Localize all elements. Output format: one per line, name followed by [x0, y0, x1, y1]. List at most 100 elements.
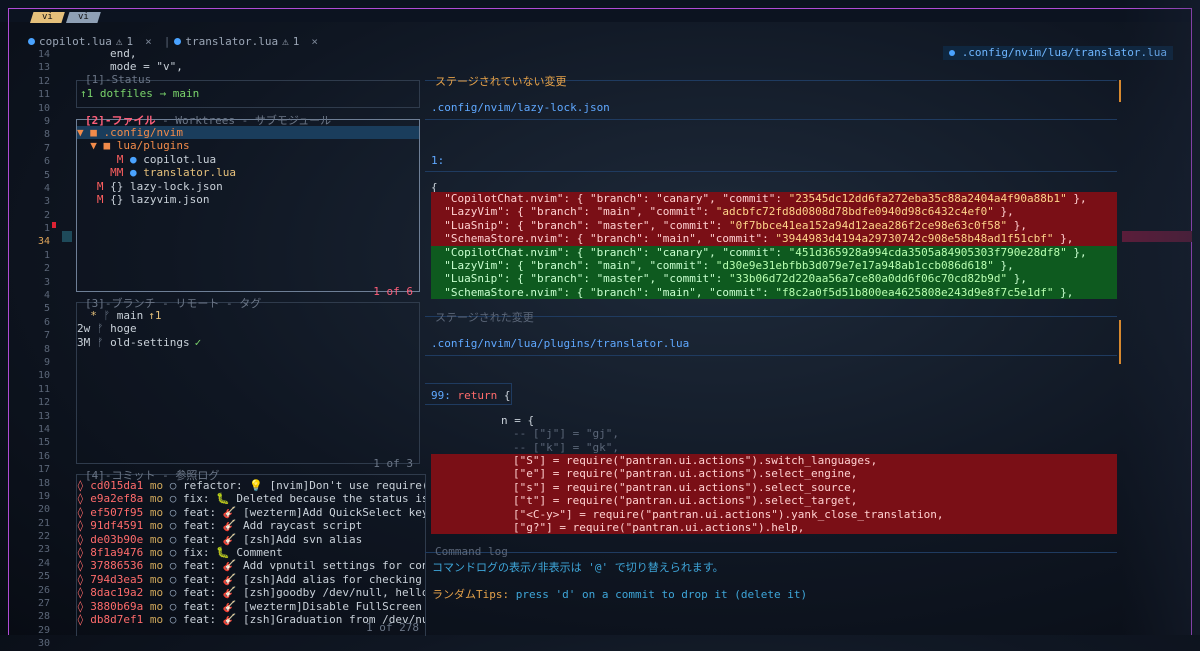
line-number: 17: [37, 464, 50, 476]
file-status: MM: [77, 166, 130, 180]
line-number: 13: [37, 62, 50, 74]
graph-node-icon: ○: [163, 505, 183, 519]
diff-code: ["<C-y>"] = require("pantran.ui.actions"…: [513, 507, 944, 521]
branches-panel[interactable]: [3]-ブランチ - リモート - タグ * ᚠ main ↑1 2w ᚠ hoge…: [76, 297, 420, 470]
diff-value: "23545dc12dd6fa272eba35c88a2404a4f90a88b…: [788, 192, 1067, 205]
commit-row[interactable]: ◊ 37886536 mo ○ feat: 🎸 Add vpnutil sett…: [77, 559, 425, 572]
commit-author: mo: [149, 492, 164, 506]
files-tab-active[interactable]: [2]-ファイル: [85, 114, 156, 127]
line-number: 1: [43, 223, 50, 235]
line-number: 6: [43, 316, 50, 328]
line-number: 9: [43, 115, 50, 127]
json-file-icon: {}: [110, 179, 130, 193]
commit-message: feat: 🎸 [zsh]Add svn alias: [182, 532, 363, 546]
line-number: 25: [37, 571, 50, 583]
commit-marker-icon: ◊: [77, 612, 91, 626]
commit-row[interactable]: ◊ ef507f95 mo ○ feat: 🎸 [wezterm]Add Qui…: [77, 506, 425, 519]
branch-meta: 2w: [77, 322, 97, 336]
line-number: 26: [37, 584, 50, 596]
file-item[interactable]: M ● copilot.lua: [77, 153, 419, 166]
deleted-line: "LuaSnip": { "branch": "master", "commit…: [431, 218, 1117, 233]
commit-row[interactable]: ◊ 3880b69a mo ○ feat: 🎸 [wezterm]Disable…: [77, 600, 425, 613]
commit-message: feat: 🎸 [zsh]Add alias for checking my i: [182, 572, 425, 586]
warning-icon: ⚠: [115, 34, 123, 48]
line-number: 30: [37, 638, 50, 650]
commit-hash: db8d7ef1: [90, 612, 144, 626]
branch-item[interactable]: 2w ᚠ hoge: [77, 322, 419, 335]
file-item[interactable]: ▼ ■ .config/nvim: [77, 126, 419, 140]
line-number: 29: [37, 624, 50, 636]
status-panel[interactable]: [1]-Status ↑1 dotfiles → main: [76, 73, 420, 108]
commit-marker-icon: ◊: [77, 519, 91, 533]
commit-hash: 8f1a9476: [90, 545, 144, 559]
divider: [425, 171, 1117, 172]
panel-title: [4]-コミット - 参照ログ: [85, 469, 220, 482]
file-item[interactable]: ▼ ■ lua/plugins: [77, 139, 419, 152]
panel-title: [2]-ファイル - Worktrees - サブモジュール: [83, 112, 333, 128]
added-line: "SchemaStore.nvim": { "branch": "main", …: [431, 285, 1117, 300]
deleted-line: "LazyVim": { "branch": "main", "commit":…: [431, 205, 1117, 219]
commit-row[interactable]: ◊ 8f1a9476 mo ○ fix: 🐛 Comment: [77, 546, 425, 559]
graph-node-icon: ○: [163, 572, 183, 586]
line-number: 9: [43, 356, 50, 368]
line-number: 16: [37, 450, 50, 462]
warning-count: 1: [292, 34, 300, 48]
diff-value: "adcbfc72fd8d0808d78bdfe0940d98c6432c4ef…: [715, 205, 994, 219]
commit-row[interactable]: ◊ 794d3ea5 mo ○ feat: 🎸 [zsh]Add alias f…: [77, 573, 425, 586]
file-item[interactable]: MM ● translator.lua: [77, 166, 419, 179]
commit-author: mo: [149, 519, 164, 533]
diff-tail: },: [993, 205, 1014, 219]
commit-marker-icon: ◊: [77, 559, 91, 573]
file-name: lazy-lock.json: [130, 179, 223, 193]
diff-file-path[interactable]: .config/nvim/lua/plugins/translator.lua: [431, 337, 689, 350]
commit-row[interactable]: ◊ e9a2ef8a mo ○ fix: 🐛 Deleted because t…: [77, 492, 425, 505]
branch-icon: ᚠ: [96, 322, 111, 336]
files-panel[interactable]: [2]-ファイル - Worktrees - サブモジュール ▼ ■ .conf…: [76, 114, 420, 298]
diff-key: "LuaSnip": { "branch": "master", "commit…: [431, 218, 730, 232]
diff-value: "0f7bbce41ea152a94d12aea286f2ce98e63c0f5…: [729, 218, 1008, 232]
file-status: M: [77, 179, 111, 193]
line-number: 15: [37, 437, 50, 449]
commit-hash: 8dac19a2: [90, 586, 144, 600]
commits-panel[interactable]: [4]-コミット - 参照ログ ◊ cd015da1 mo ○ refactor…: [76, 469, 426, 636]
buffer-tab-translator[interactable]: | translator.lua ⚠ 1 ×: [164, 34, 318, 48]
line-number: 5: [43, 303, 50, 315]
close-icon[interactable]: ×: [311, 35, 318, 48]
line-number: 6: [43, 156, 50, 168]
line-number: 28: [37, 611, 50, 623]
file-item[interactable]: M {} lazy-lock.json: [77, 180, 419, 193]
deleted-line: "CopilotChat.nvim": { "branch": "canary"…: [431, 192, 1117, 206]
close-icon[interactable]: ×: [145, 35, 152, 48]
context-line: -- ["j"] = "gj",: [513, 427, 619, 441]
scroll-indicator[interactable]: [1119, 80, 1121, 102]
buffer-name: translator.lua: [185, 34, 279, 48]
commit-row[interactable]: ◊ 8dac19a2 mo ○ feat: 🎸 [zsh]goodby /dev…: [77, 586, 425, 599]
file-item[interactable]: M {} lazyvim.json: [77, 193, 419, 206]
branch-icon: ᚠ: [96, 335, 111, 349]
graph-node-icon: ○: [163, 612, 183, 626]
buffer-tab-copilot[interactable]: copilot.lua ⚠ 1 ×: [28, 34, 152, 48]
panel-title: [1]-Status: [85, 73, 152, 86]
scroll-indicator[interactable]: [1119, 320, 1121, 364]
commit-row[interactable]: ◊ de03b90e mo ○ feat: 🎸 [zsh]Add svn ali…: [77, 533, 425, 546]
diff-code: ["S"] = require("pantran.ui.actions").sw…: [513, 454, 878, 467]
added-line: "LazyVim": { "branch": "main", "commit":…: [431, 259, 1117, 273]
line-number: 1: [43, 249, 50, 261]
branch-item[interactable]: * ᚠ main ↑1: [77, 309, 419, 322]
files-tab-rest[interactable]: - Worktrees - サブモジュール: [156, 114, 331, 127]
deleted-line: ["t"] = require("pantran.ui.actions").se…: [431, 494, 1117, 508]
file-status: M: [77, 192, 111, 206]
diff-key: "LazyVim": { "branch": "main", "commit":: [431, 259, 716, 272]
lua-file-icon: [949, 50, 956, 56]
commit-marker-icon: ◊: [77, 572, 91, 586]
file-name: lua/plugins: [116, 139, 190, 153]
divider: [425, 355, 1117, 356]
commit-row[interactable]: ◊ 91df4591 mo ○ feat: 🎸 Add raycast scri…: [77, 519, 425, 532]
hunk-header: 99: return {: [431, 389, 511, 402]
diff-file-path[interactable]: .config/nvim/lazy-lock.json: [431, 101, 610, 114]
branch-item[interactable]: 3M ᚠ old-settings ✓: [77, 336, 419, 349]
lua-file-icon: ●: [129, 152, 144, 166]
